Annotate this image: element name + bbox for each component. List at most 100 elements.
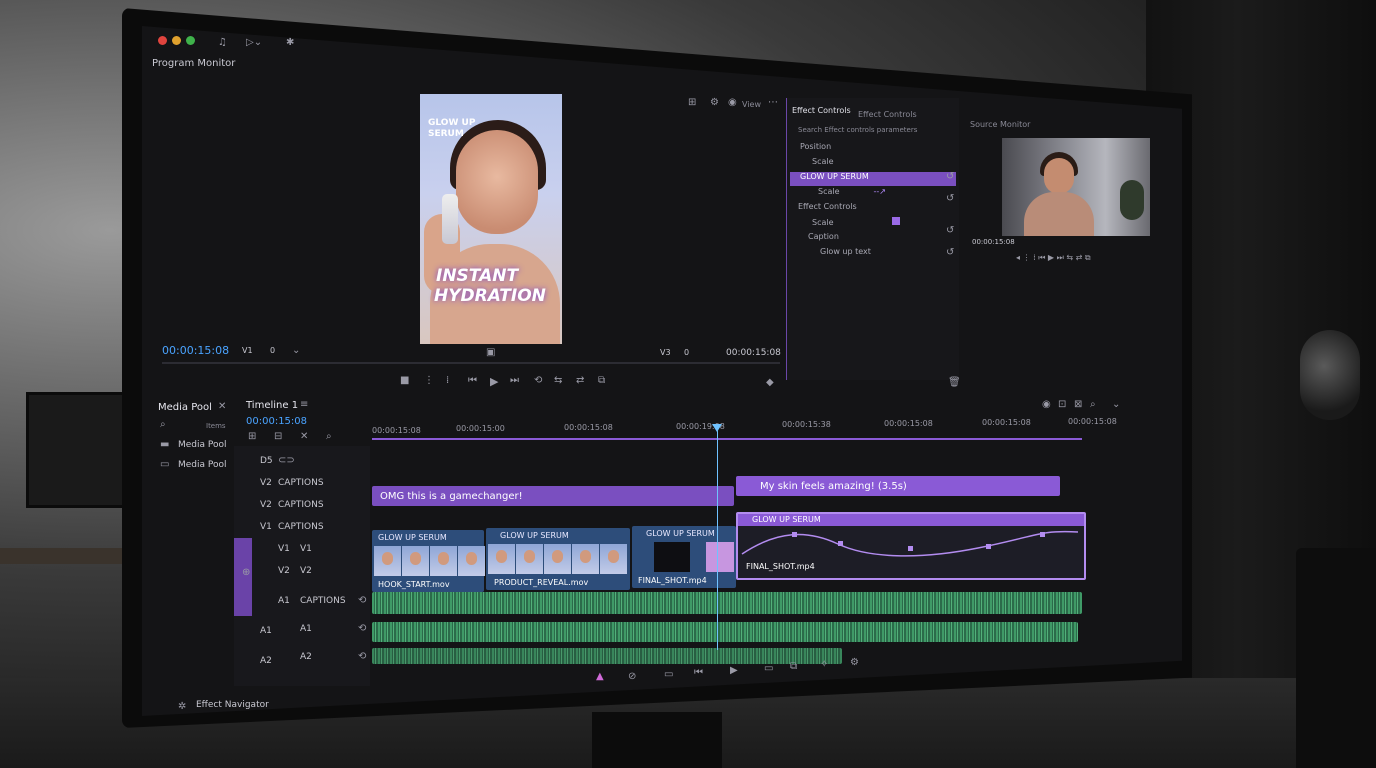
stop-icon[interactable]: ■	[400, 376, 409, 386]
media-pool-item[interactable]: Media Pool	[178, 440, 227, 450]
reset-icon[interactable]: ↺	[946, 226, 954, 236]
sparkle-icon[interactable]: ✱	[286, 38, 294, 48]
effect-row-selected[interactable]: GLOW UP SERUM	[790, 172, 956, 186]
stop-icon[interactable]: ▭	[764, 664, 773, 674]
search-icon[interactable]: ⌕	[1090, 400, 1096, 410]
video-clip[interactable]: GLOW UP SERUM FINAL_SHOT.mp4	[632, 526, 736, 588]
effect-row[interactable]: Position	[790, 142, 956, 156]
link-icon[interactable]: ⊂⊃	[278, 456, 295, 466]
export-icon[interactable]: ⧉	[790, 662, 797, 672]
close-icon[interactable]: ✕	[218, 402, 226, 412]
search-icon[interactable]: ⌕	[160, 420, 166, 430]
program-scrubber[interactable]	[162, 362, 780, 364]
caption-clip[interactable]: My skin feels amazing! (3.5s)	[736, 476, 1060, 496]
program-timecode[interactable]: 00:00:15:08	[162, 344, 229, 357]
video-clip[interactable]: GLOW UP SERUM HOOK_START.mov	[372, 530, 485, 592]
record-icon[interactable]: ◉	[1042, 400, 1051, 410]
effect-row[interactable]: Glow up text	[790, 247, 956, 261]
reset-icon[interactable]: ↺	[946, 172, 954, 182]
target-icon[interactable]: ⊕	[242, 568, 250, 578]
caption-clip[interactable]: OMG this is a gamechanger!	[372, 486, 734, 506]
insert-icon[interactable]: ⇆	[554, 376, 562, 386]
settings-icon[interactable]: ⚙	[710, 98, 719, 108]
timeline-timecode[interactable]: 00:00:15:08	[246, 416, 307, 427]
link-icon[interactable]: ⊘	[628, 672, 636, 682]
caption-icon[interactable]: ▭	[664, 670, 673, 680]
track-name[interactable]: CAPTIONS	[278, 478, 324, 488]
zoom-tool-icon[interactable]: ⌕	[326, 432, 332, 442]
tab-effect-controls-2[interactable]: Effect Controls	[858, 110, 917, 119]
media-pool-item[interactable]: Media Pool	[178, 460, 227, 470]
razor-icon[interactable]: ✕	[300, 432, 308, 442]
track-name[interactable]: CAPTIONS	[278, 522, 324, 532]
safe-margin-icon[interactable]: ▣	[486, 348, 495, 358]
link-icon[interactable]: ⊟	[274, 432, 282, 442]
eye-icon[interactable]: ◉	[728, 98, 737, 108]
view-button[interactable]: View	[742, 100, 761, 109]
reset-icon[interactable]: ↺	[946, 248, 954, 258]
camera-icon[interactable]: ⊡	[1058, 400, 1066, 410]
audio-waveform-a1b[interactable]	[372, 622, 1078, 642]
fx-icon[interactable]: ✧	[820, 660, 828, 670]
overwrite-icon[interactable]: ⇄	[576, 376, 584, 386]
zoom-icon[interactable]: ⊞	[688, 98, 696, 108]
sync-icon[interactable]: ⟲	[358, 624, 366, 634]
maximize-button[interactable]	[186, 36, 195, 45]
work-area-bar[interactable]	[372, 438, 1082, 440]
reset-icon[interactable]: ↺	[946, 194, 954, 204]
playhead[interactable]	[717, 428, 718, 650]
track-value[interactable]: 0	[270, 346, 275, 355]
marker-icon[interactable]: ◆	[766, 378, 774, 388]
video-clip[interactable]: GLOW UP SERUM PRODUCT_REVEAL.mov	[486, 528, 630, 590]
keyframe-graph-icon[interactable]: --↗	[874, 187, 886, 196]
alert-icon[interactable]: ▲	[596, 672, 604, 682]
step-back-icon[interactable]: ⏮	[694, 668, 703, 678]
track-name[interactable]: A2	[300, 652, 312, 662]
audio-waveform-a2[interactable]	[372, 648, 842, 664]
keyframe-curve[interactable]	[738, 526, 1084, 562]
step-back-icon[interactable]: ⏮	[468, 376, 477, 386]
chevron-down-icon[interactable]: ⌄	[292, 346, 300, 356]
mark-out-icon[interactable]: ⁞	[446, 376, 449, 386]
minimize-button[interactable]	[172, 36, 181, 45]
music-icon[interactable]: ♫	[218, 38, 227, 48]
export-frame-icon[interactable]: ⧉	[598, 376, 605, 386]
sync-icon[interactable]: ⟲	[358, 596, 366, 606]
effect-row[interactable]: Scale --↗	[790, 187, 956, 201]
track-selector[interactable]: V1	[242, 346, 253, 355]
more-icon[interactable]: ⋯	[768, 98, 778, 108]
chevron-down-icon[interactable]: ⌄	[1112, 400, 1120, 410]
effects-navigator[interactable]: Effect Navigator	[196, 700, 269, 710]
sync-icon[interactable]: ⟲	[358, 652, 366, 662]
play-icon[interactable]: ▶	[730, 666, 738, 676]
source-transport-icon[interactable]: ◂ ⋮ ⁞ ⏮ ▶ ⏭ ⇆ ⇄ ⧉	[1016, 254, 1091, 262]
trash-icon[interactable]: 🗑	[948, 378, 961, 388]
mark-in-icon[interactable]: ⋮	[424, 376, 434, 386]
video-clip-selected[interactable]: GLOW UP SERUM FINAL_SHOT.mp4	[736, 512, 1086, 580]
keyframe-toggle-icon[interactable]	[891, 217, 900, 225]
effect-row[interactable]: Effect Controls	[790, 202, 956, 216]
loop-icon[interactable]: ⟲	[534, 376, 542, 386]
track-name[interactable]: V1	[300, 544, 312, 554]
tab-effect-controls[interactable]: Effect Controls	[792, 106, 851, 115]
track-name[interactable]: V2	[300, 566, 312, 576]
marker-tool-icon[interactable]: ⊠	[1074, 400, 1082, 410]
audio-waveform-a1[interactable]	[372, 592, 1082, 614]
play-menu-icon[interactable]: ▷⌄	[246, 38, 262, 48]
play-icon[interactable]: ▶	[490, 376, 498, 387]
track-name[interactable]: A1	[300, 624, 312, 634]
close-button[interactable]	[158, 36, 167, 45]
effect-search-input[interactable]: Search Effect controls parameters	[798, 126, 928, 134]
menu-icon[interactable]: ≡	[300, 400, 308, 410]
settings-icon[interactable]: ⚙	[850, 658, 859, 668]
effect-row[interactable]: Scale	[790, 217, 956, 231]
step-forward-icon[interactable]: ⏭	[510, 376, 519, 386]
track-name[interactable]: CAPTIONS	[278, 500, 324, 510]
effect-row[interactable]: Scale	[790, 157, 956, 171]
right-track-selector[interactable]: V3	[660, 348, 671, 357]
effect-row[interactable]: Caption	[790, 232, 956, 246]
snap-icon[interactable]: ⊞	[248, 432, 256, 442]
transition-block[interactable]	[706, 542, 734, 572]
right-track-value[interactable]: 0	[684, 348, 689, 357]
track-name[interactable]: CAPTIONS	[300, 596, 346, 606]
